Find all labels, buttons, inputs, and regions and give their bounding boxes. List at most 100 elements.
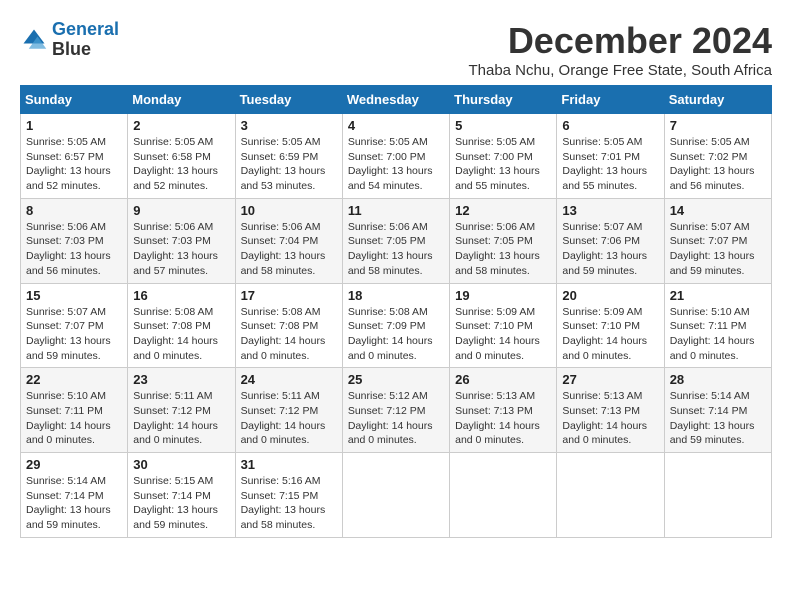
day-number: 5 bbox=[455, 118, 551, 133]
day-cell: 14Sunrise: 5:07 AM Sunset: 7:07 PM Dayli… bbox=[664, 198, 771, 283]
header-thursday: Thursday bbox=[450, 86, 557, 114]
day-info: Sunrise: 5:05 AM Sunset: 7:00 PM Dayligh… bbox=[348, 135, 444, 194]
day-cell: 30 Sunrise: 5:15 AM Sunset: 7:14 PM Dayli… bbox=[128, 453, 235, 538]
day-info: Sunrise: 5:06 AM Sunset: 7:03 PM Dayligh… bbox=[26, 220, 122, 279]
calendar-header-row: Sunday Monday Tuesday Wednesday Thursday… bbox=[21, 86, 772, 114]
day-info: Sunrise: 5:10 AM Sunset: 7:11 PM Dayligh… bbox=[26, 389, 122, 448]
day-info: Sunrise: 5:07 AM Sunset: 7:06 PM Dayligh… bbox=[562, 220, 658, 279]
page-header: General Blue December 2024 Thaba Nchu, O… bbox=[20, 20, 772, 79]
day-cell: 5 Sunrise: 5:05 AM Sunset: 7:00 PM Daylig… bbox=[450, 114, 557, 199]
day-info: Sunrise: 5:09 AM Sunset: 7:10 PM Dayligh… bbox=[562, 305, 658, 364]
day-info: Sunrise: 5:11 AM Sunset: 7:12 PM Dayligh… bbox=[133, 389, 229, 448]
day-cell: 8 Sunrise: 5:06 AM Sunset: 7:03 PM Daylig… bbox=[21, 198, 128, 283]
day-info: Sunrise: 5:08 AM Sunset: 7:09 PM Dayligh… bbox=[348, 305, 444, 364]
day-cell: 9Sunrise: 5:06 AM Sunset: 7:03 PM Daylig… bbox=[128, 198, 235, 283]
header-sunday: Sunday bbox=[21, 86, 128, 114]
logo-text: General Blue bbox=[52, 20, 119, 60]
day-cell: 23 Sunrise: 5:11 AM Sunset: 7:12 PM Dayli… bbox=[128, 368, 235, 453]
day-cell: 6 Sunrise: 5:05 AM Sunset: 7:01 PM Daylig… bbox=[557, 114, 664, 199]
day-number: 16 bbox=[133, 288, 229, 303]
week-row-2: 8 Sunrise: 5:06 AM Sunset: 7:03 PM Daylig… bbox=[21, 198, 772, 283]
day-number: 18 bbox=[348, 288, 444, 303]
day-cell: 3Sunrise: 5:05 AM Sunset: 6:59 PM Daylig… bbox=[235, 114, 342, 199]
day-info: Sunrise: 5:05 AM Sunset: 7:00 PM Dayligh… bbox=[455, 135, 551, 194]
location: Thaba Nchu, Orange Free State, South Afr… bbox=[468, 62, 772, 79]
day-number: 13 bbox=[562, 203, 658, 218]
day-cell: 28Sunrise: 5:14 AM Sunset: 7:14 PM Dayli… bbox=[664, 368, 771, 453]
day-number: 15 bbox=[26, 288, 122, 303]
day-number: 8 bbox=[26, 203, 122, 218]
day-info: Sunrise: 5:05 AM Sunset: 7:02 PM Dayligh… bbox=[670, 135, 766, 194]
day-info: Sunrise: 5:15 AM Sunset: 7:14 PM Dayligh… bbox=[133, 474, 229, 533]
day-number: 3 bbox=[241, 118, 337, 133]
day-number: 19 bbox=[455, 288, 551, 303]
day-number: 26 bbox=[455, 372, 551, 387]
day-cell: 18 Sunrise: 5:08 AM Sunset: 7:09 PM Dayli… bbox=[342, 283, 449, 368]
day-cell: 26 Sunrise: 5:13 AM Sunset: 7:13 PM Dayli… bbox=[450, 368, 557, 453]
header-tuesday: Tuesday bbox=[235, 86, 342, 114]
day-cell: 17Sunrise: 5:08 AM Sunset: 7:08 PM Dayli… bbox=[235, 283, 342, 368]
day-number: 27 bbox=[562, 372, 658, 387]
day-number: 7 bbox=[670, 118, 766, 133]
day-info: Sunrise: 5:06 AM Sunset: 7:04 PM Dayligh… bbox=[241, 220, 337, 279]
day-cell: 16 Sunrise: 5:08 AM Sunset: 7:08 PM Dayli… bbox=[128, 283, 235, 368]
day-cell: 2 Sunrise: 5:05 AM Sunset: 6:58 PM Daylig… bbox=[128, 114, 235, 199]
day-number: 2 bbox=[133, 118, 229, 133]
day-number: 12 bbox=[455, 203, 551, 218]
day-info: Sunrise: 5:10 AM Sunset: 7:11 PM Dayligh… bbox=[670, 305, 766, 364]
day-number: 9 bbox=[133, 203, 229, 218]
day-cell: 4 Sunrise: 5:05 AM Sunset: 7:00 PM Daylig… bbox=[342, 114, 449, 199]
day-cell: 1 Sunrise: 5:05 AM Sunset: 6:57 PM Daylig… bbox=[21, 114, 128, 199]
day-info: Sunrise: 5:08 AM Sunset: 7:08 PM Dayligh… bbox=[133, 305, 229, 364]
calendar-table: Sunday Monday Tuesday Wednesday Thursday… bbox=[20, 85, 772, 538]
day-number: 10 bbox=[241, 203, 337, 218]
day-cell: 31 Sunrise: 5:16 AM Sunset: 7:15 PM Dayli… bbox=[235, 453, 342, 538]
day-info: Sunrise: 5:16 AM Sunset: 7:15 PM Dayligh… bbox=[241, 474, 337, 533]
month-title: December 2024 bbox=[468, 20, 772, 62]
day-info: Sunrise: 5:05 AM Sunset: 6:57 PM Dayligh… bbox=[26, 135, 122, 194]
header-wednesday: Wednesday bbox=[342, 86, 449, 114]
week-row-5: 29Sunrise: 5:14 AM Sunset: 7:14 PM Dayli… bbox=[21, 453, 772, 538]
day-cell bbox=[342, 453, 449, 538]
day-info: Sunrise: 5:05 AM Sunset: 7:01 PM Dayligh… bbox=[562, 135, 658, 194]
day-number: 23 bbox=[133, 372, 229, 387]
day-number: 28 bbox=[670, 372, 766, 387]
day-info: Sunrise: 5:09 AM Sunset: 7:10 PM Dayligh… bbox=[455, 305, 551, 364]
day-info: Sunrise: 5:06 AM Sunset: 7:05 PM Dayligh… bbox=[455, 220, 551, 279]
day-cell: 7 Sunrise: 5:05 AM Sunset: 7:02 PM Daylig… bbox=[664, 114, 771, 199]
title-section: December 2024 Thaba Nchu, Orange Free St… bbox=[468, 20, 772, 79]
day-number: 22 bbox=[26, 372, 122, 387]
day-cell: 11 Sunrise: 5:06 AM Sunset: 7:05 PM Dayli… bbox=[342, 198, 449, 283]
header-monday: Monday bbox=[128, 86, 235, 114]
day-info: Sunrise: 5:05 AM Sunset: 6:58 PM Dayligh… bbox=[133, 135, 229, 194]
day-number: 1 bbox=[26, 118, 122, 133]
week-row-1: 1 Sunrise: 5:05 AM Sunset: 6:57 PM Daylig… bbox=[21, 114, 772, 199]
day-number: 24 bbox=[241, 372, 337, 387]
day-cell: 19 Sunrise: 5:09 AM Sunset: 7:10 PM Dayli… bbox=[450, 283, 557, 368]
day-cell: 22 Sunrise: 5:10 AM Sunset: 7:11 PM Dayli… bbox=[21, 368, 128, 453]
week-row-4: 22 Sunrise: 5:10 AM Sunset: 7:11 PM Dayli… bbox=[21, 368, 772, 453]
day-number: 29 bbox=[26, 457, 122, 472]
day-cell bbox=[450, 453, 557, 538]
day-cell: 25Sunrise: 5:12 AM Sunset: 7:12 PM Dayli… bbox=[342, 368, 449, 453]
day-info: Sunrise: 5:06 AM Sunset: 7:05 PM Dayligh… bbox=[348, 220, 444, 279]
day-info: Sunrise: 5:11 AM Sunset: 7:12 PM Dayligh… bbox=[241, 389, 337, 448]
logo: General Blue bbox=[20, 20, 119, 60]
day-cell bbox=[664, 453, 771, 538]
day-number: 11 bbox=[348, 203, 444, 218]
day-cell: 10 Sunrise: 5:06 AM Sunset: 7:04 PM Dayli… bbox=[235, 198, 342, 283]
day-number: 31 bbox=[241, 457, 337, 472]
day-number: 30 bbox=[133, 457, 229, 472]
day-cell: 27Sunrise: 5:13 AM Sunset: 7:13 PM Dayli… bbox=[557, 368, 664, 453]
day-info: Sunrise: 5:13 AM Sunset: 7:13 PM Dayligh… bbox=[455, 389, 551, 448]
day-info: Sunrise: 5:07 AM Sunset: 7:07 PM Dayligh… bbox=[670, 220, 766, 279]
week-row-3: 15Sunrise: 5:07 AM Sunset: 7:07 PM Dayli… bbox=[21, 283, 772, 368]
day-number: 4 bbox=[348, 118, 444, 133]
day-number: 20 bbox=[562, 288, 658, 303]
day-cell: 29Sunrise: 5:14 AM Sunset: 7:14 PM Dayli… bbox=[21, 453, 128, 538]
day-cell: 13 Sunrise: 5:07 AM Sunset: 7:06 PM Dayli… bbox=[557, 198, 664, 283]
day-number: 25 bbox=[348, 372, 444, 387]
day-number: 6 bbox=[562, 118, 658, 133]
header-saturday: Saturday bbox=[664, 86, 771, 114]
day-cell bbox=[557, 453, 664, 538]
